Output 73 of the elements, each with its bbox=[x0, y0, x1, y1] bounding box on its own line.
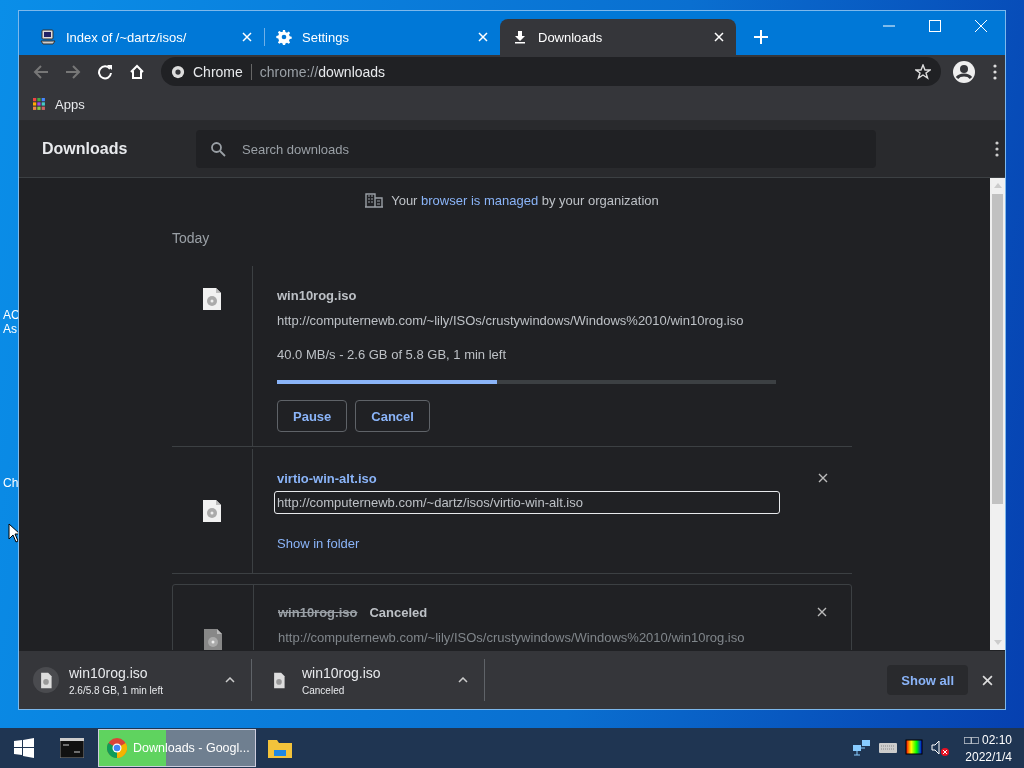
disc-file-icon bbox=[202, 286, 222, 312]
file-url[interactable]: http://computernewb.com/~lily/ISOs/crustywindows/Windows%2010/win10rog.iso bbox=[274, 308, 745, 333]
caret-icon[interactable] bbox=[225, 677, 235, 683]
shelf-file-status: Canceled bbox=[302, 684, 346, 696]
terminal-icon[interactable] bbox=[60, 738, 84, 758]
clock-time[interactable]: □□ 02:10 bbox=[964, 732, 1012, 747]
remove-icon[interactable] bbox=[817, 607, 827, 617]
file-progress-icon bbox=[33, 667, 59, 693]
close-tab-icon[interactable] bbox=[714, 32, 724, 42]
remove-icon[interactable] bbox=[818, 473, 828, 483]
scrollbar-thumb[interactable] bbox=[992, 194, 1003, 504]
browser-tab[interactable]: Settings bbox=[264, 19, 500, 55]
shelf-file-name: win10rog.iso bbox=[69, 664, 149, 681]
mouse-cursor-icon bbox=[8, 523, 20, 543]
managed-notice: Your browser is managed by your organization bbox=[391, 192, 659, 208]
windows-start-icon[interactable] bbox=[14, 738, 34, 758]
bookmark-item[interactable]: Apps bbox=[33, 96, 85, 112]
show-in-folder-link[interactable]: Show in folder bbox=[277, 536, 360, 551]
date-heading: Today bbox=[172, 229, 211, 248]
download-action-button[interactable]: Cancel bbox=[355, 400, 430, 432]
file-url[interactable]: http://computernewb.com/~lily/ISOs/crustywindows/Windows%2010/win10rog.iso bbox=[275, 625, 746, 650]
apps-grid-icon bbox=[33, 97, 46, 111]
managed-link[interactable]: browser is managed bbox=[421, 192, 539, 208]
color-display-icon[interactable] bbox=[904, 739, 925, 757]
url-text: chrome://downloads bbox=[259, 63, 387, 80]
network-icon[interactable] bbox=[852, 739, 873, 757]
menu-icon[interactable] bbox=[993, 63, 997, 80]
download-icon bbox=[512, 29, 528, 45]
browser-tab[interactable]: Index of /~dartz/isos/ bbox=[28, 19, 264, 55]
taskbar-button[interactable]: Downloads - Googl... bbox=[98, 729, 256, 767]
folder-icon[interactable] bbox=[268, 738, 292, 758]
page-title: Downloads bbox=[41, 140, 129, 158]
home-icon[interactable] bbox=[129, 63, 145, 80]
search-icon bbox=[210, 141, 226, 157]
star-icon[interactable] bbox=[915, 63, 931, 80]
shelf-item[interactable]: win10rog.iso 2.6/5.8 GB, 1 min left bbox=[19, 659, 252, 701]
address-bar[interactable]: Chrome chrome://downloads bbox=[161, 57, 941, 86]
download-state: Canceled bbox=[369, 604, 428, 620]
site-label: Chrome bbox=[193, 63, 243, 80]
chrome-icon bbox=[171, 64, 185, 79]
download-action-button[interactable]: Pause bbox=[277, 400, 348, 432]
back-icon[interactable] bbox=[33, 63, 49, 80]
shelf-item[interactable]: win10rog.iso Canceled bbox=[252, 659, 485, 701]
shelf-file-status: 2.6/5.8 GB, 1 min left bbox=[69, 684, 164, 696]
forward-icon[interactable] bbox=[65, 63, 81, 80]
gear-icon bbox=[276, 29, 292, 45]
reload-icon[interactable] bbox=[97, 63, 113, 80]
file-name[interactable]: virtio-win-alt.iso bbox=[277, 470, 377, 486]
clock-date[interactable]: 2022/1/4 bbox=[965, 749, 1012, 764]
new-tab-icon[interactable] bbox=[754, 30, 768, 44]
desktop-icon-label[interactable]: As bbox=[3, 322, 17, 336]
muted-speaker-icon[interactable] bbox=[930, 739, 951, 757]
chrome-icon bbox=[107, 738, 127, 758]
file-name: win10rog.iso bbox=[277, 287, 357, 303]
disc-file-icon bbox=[203, 627, 223, 650]
disc-file-icon bbox=[272, 671, 286, 689]
show-all-button[interactable]: Show all bbox=[887, 665, 968, 695]
scrollbar[interactable] bbox=[990, 178, 1005, 650]
disc-file-icon bbox=[202, 498, 222, 524]
browser-tab[interactable]: Downloads bbox=[500, 19, 736, 55]
profile-icon[interactable] bbox=[953, 60, 975, 83]
maximize-icon[interactable] bbox=[929, 20, 941, 32]
search-field[interactable]: Search downloads bbox=[196, 130, 876, 168]
more-options-icon[interactable] bbox=[995, 141, 999, 157]
computer-icon bbox=[40, 29, 56, 45]
building-icon bbox=[365, 192, 384, 208]
file-url[interactable]: http://computernewb.com/~dartz/isos/virtio-win-alt.iso bbox=[274, 491, 780, 514]
file-name: win10rog.iso bbox=[278, 604, 358, 620]
desktop-icon-label[interactable]: Ch bbox=[3, 476, 19, 490]
caret-icon[interactable] bbox=[458, 677, 468, 683]
shelf-file-name: win10rog.iso bbox=[302, 664, 382, 681]
download-status: 40.0 MB/s - 2.6 GB of 5.8 GB, 1 min left bbox=[277, 347, 507, 362]
close-icon[interactable] bbox=[982, 674, 993, 686]
